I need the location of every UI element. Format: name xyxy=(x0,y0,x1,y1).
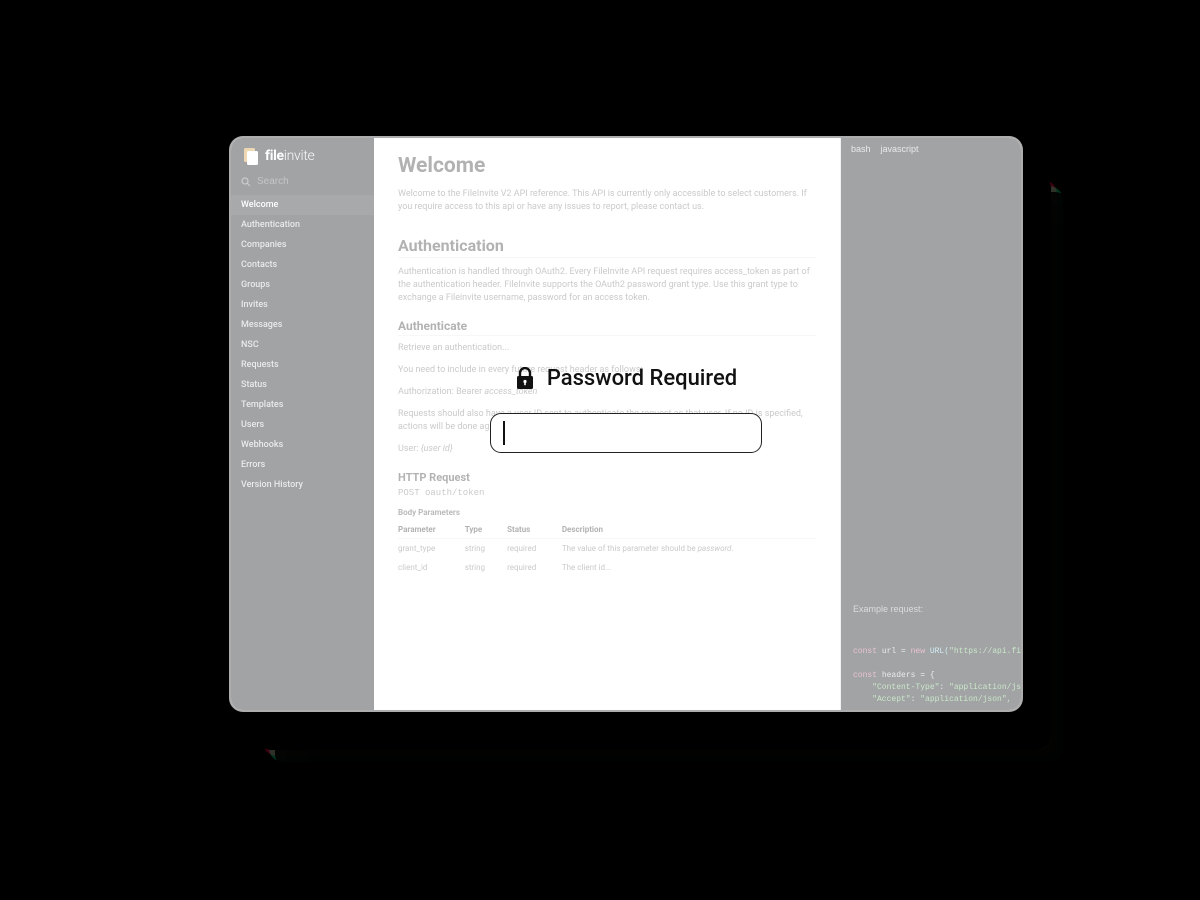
th-description: Description xyxy=(562,521,816,539)
code-sample: const url = new URL("https://api.file co… xyxy=(853,646,1021,706)
authentication-body: Authentication is handled through OAuth2… xyxy=(398,266,816,305)
table-row: grant_type string required The value of … xyxy=(398,538,816,558)
lock-icon xyxy=(515,367,535,391)
sidebar-item-requests[interactable]: Requests xyxy=(231,355,374,375)
authenticate-heading: Authenticate xyxy=(398,319,816,336)
sidebar-item-authentication[interactable]: Authentication xyxy=(231,215,374,235)
logo: fileinvite xyxy=(231,138,374,172)
welcome-heading: Welcome xyxy=(398,154,816,178)
sidebar-item-templates[interactable]: Templates xyxy=(231,395,374,415)
sidebar-item-contacts[interactable]: Contacts xyxy=(231,255,374,275)
sidebar-item-errors[interactable]: Errors xyxy=(231,455,374,475)
http-request-heading: HTTP Request xyxy=(398,471,816,484)
sidebar-search[interactable] xyxy=(231,172,374,195)
text-caret xyxy=(503,421,505,445)
th-type: Type xyxy=(465,521,507,539)
sidebar-item-invites[interactable]: Invites xyxy=(231,295,374,315)
code-panel: bash javascript Example request: const u… xyxy=(841,138,1021,710)
search-input[interactable] xyxy=(257,176,364,187)
lang-tab-bash[interactable]: bash xyxy=(851,144,871,154)
welcome-body: Welcome to the FileInvite V2 API referen… xyxy=(398,188,816,214)
sidebar-item-nsc[interactable]: NSC xyxy=(231,335,374,355)
table-row: client_id string required The client id.… xyxy=(398,558,816,577)
search-icon xyxy=(241,177,251,187)
http-request-line: POST oauth/token xyxy=(398,488,816,498)
password-title: Password Required xyxy=(547,366,737,391)
sidebar-item-groups[interactable]: Groups xyxy=(231,275,374,295)
sidebar-item-welcome[interactable]: Welcome xyxy=(231,195,374,215)
retrieve-line: Retrieve an authentication... xyxy=(398,342,816,355)
password-input-wrap xyxy=(490,413,762,453)
http-request-block: HTTP Request POST oauth/token Body Param… xyxy=(398,471,816,577)
authentication-heading: Authentication xyxy=(398,236,816,258)
body-params-label: Body Parameters xyxy=(398,508,816,517)
sidebar: fileinvite Welcome Authentication Compan… xyxy=(231,138,374,710)
language-tabs: bash javascript xyxy=(841,138,1021,160)
th-parameter: Parameter xyxy=(398,521,465,539)
sidebar-item-companies[interactable]: Companies xyxy=(231,235,374,255)
lang-tab-javascript[interactable]: javascript xyxy=(881,144,919,154)
password-heading-row: Password Required xyxy=(515,366,737,391)
logo-text: fileinvite xyxy=(265,148,314,164)
sidebar-item-status[interactable]: Status xyxy=(231,375,374,395)
sidebar-item-version-history[interactable]: Version History xyxy=(231,475,374,495)
sidebar-item-webhooks[interactable]: Webhooks xyxy=(231,435,374,455)
sidebar-item-messages[interactable]: Messages xyxy=(231,315,374,335)
params-table: Parameter Type Status Description grant_… xyxy=(398,521,816,577)
sidebar-item-users[interactable]: Users xyxy=(231,415,374,435)
th-status: Status xyxy=(507,521,562,539)
sidebar-nav: Welcome Authentication Companies Contact… xyxy=(231,195,374,495)
example-request-label: Example request: xyxy=(853,604,923,614)
fileinvite-logo-icon xyxy=(241,146,261,166)
password-input[interactable] xyxy=(490,413,762,453)
